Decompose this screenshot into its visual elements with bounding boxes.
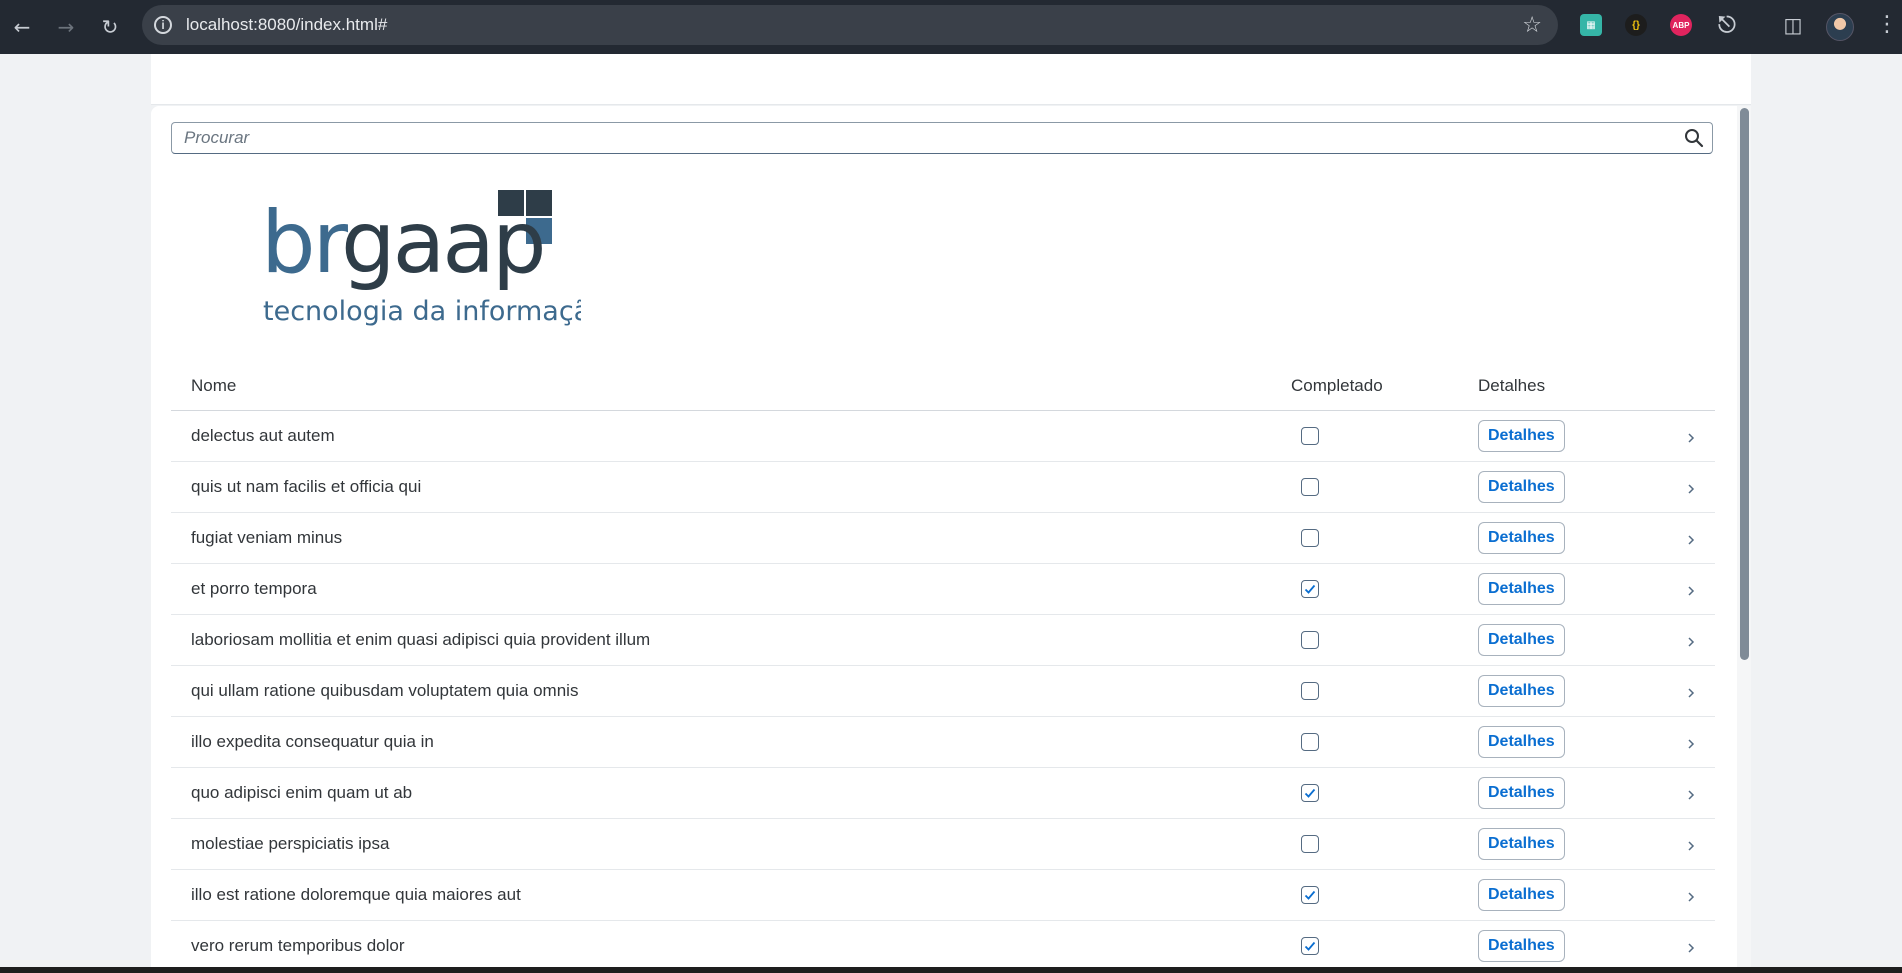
details-button[interactable]: Detalhes [1478,777,1565,809]
reload-icon[interactable]: ↻ [88,2,132,52]
table-row[interactable]: quo adipisci enim quam ut ab Detalhes [171,768,1715,819]
completed-checkbox[interactable] [1301,427,1319,445]
scrollbar[interactable] [1737,106,1751,967]
details-button[interactable]: Detalhes [1478,675,1565,707]
todo-name: quo adipisci enim quam ut ab [191,783,413,802]
site-info-icon[interactable]: i [154,16,172,34]
table-row[interactable]: vero rerum temporibus dolor Detalhes [171,921,1715,967]
taskbar-edge [0,967,1902,973]
details-button[interactable]: Detalhes [1478,573,1565,605]
chevron-right-icon[interactable] [1687,480,1695,500]
chevron-right-icon[interactable] [1687,735,1695,755]
chevron-right-icon[interactable] [1687,888,1695,908]
json-extension-icon[interactable]: {} [1625,14,1647,36]
table-row[interactable]: qui ullam ratione quibusdam voluptatem q… [171,666,1715,717]
url-text[interactable]: localhost:8080/index.html# [186,15,387,35]
search-field[interactable] [171,122,1713,154]
table-header: Nome Completado Detalhes [171,362,1715,411]
completed-checkbox[interactable] [1301,886,1319,904]
extension-icon[interactable]: ▦ [1580,14,1602,36]
details-button[interactable]: Detalhes [1478,726,1565,758]
browser-toolbar: ← → ↻ i localhost:8080/index.html# ☆ ▦ {… [0,0,1902,54]
table-row[interactable]: quis ut nam facilis et officia qui Detalh… [171,462,1715,513]
completed-checkbox[interactable] [1301,835,1319,853]
todo-name: laboriosam mollitia et enim quasi adipis… [191,630,651,649]
table-row[interactable]: laboriosam mollitia et enim quasi adipis… [171,615,1715,666]
completed-checkbox[interactable] [1301,937,1319,955]
todo-name: quis ut nam facilis et officia qui [191,477,422,496]
column-header-details: Detalhes [1478,376,1546,395]
details-button[interactable]: Detalhes [1478,930,1565,962]
brgaap-logo: br gaap tecnologia da informação [261,190,607,330]
bookmark-star-icon[interactable]: ☆ [1522,13,1542,38]
table-row[interactable]: fugiat veniam minus Detalhes [171,513,1715,564]
profile-avatar[interactable] [1826,13,1854,41]
completed-checkbox[interactable] [1301,580,1319,598]
chevron-right-icon[interactable] [1687,582,1695,602]
todo-name: illo est ratione doloremque quia maiores… [191,885,521,904]
todo-name: delectus aut autem [191,426,335,445]
completed-checkbox[interactable] [1301,631,1319,649]
adblock-icon[interactable]: ABP [1670,14,1692,36]
extensions-puzzle-icon[interactable]: ⎋ [1716,13,1738,38]
details-button[interactable]: Detalhes [1478,471,1565,503]
address-bar[interactable]: i localhost:8080/index.html# ☆ [142,5,1558,45]
search-input[interactable] [172,124,1676,152]
completed-checkbox[interactable] [1301,682,1319,700]
forward-icon[interactable]: → [44,2,88,52]
todo-name: et porro tempora [191,579,317,598]
details-button[interactable]: Detalhes [1478,879,1565,911]
chevron-right-icon[interactable] [1687,786,1695,806]
todo-table: Nome Completado Detalhes delectus aut au… [171,362,1715,967]
table-row[interactable]: illo expedita consequatur quia in Detalhe… [171,717,1715,768]
todo-name: illo expedita consequatur quia in [191,732,434,751]
svg-text:br: br [261,193,349,293]
details-button[interactable]: Detalhes [1478,522,1565,554]
details-button[interactable]: Detalhes [1478,420,1565,452]
back-icon[interactable]: ← [0,2,44,52]
menu-kebab-icon[interactable]: ⋮ [1876,12,1898,37]
todo-name: fugiat veniam minus [191,528,343,547]
details-button[interactable]: Detalhes [1478,828,1565,860]
search-icon[interactable] [1676,123,1712,153]
todo-name: qui ullam ratione quibusdam voluptatem q… [191,681,579,700]
column-header-name: Nome [191,376,237,395]
app-header [151,54,1751,105]
chevron-right-icon[interactable] [1687,633,1695,653]
column-header-completed: Completado [1291,376,1383,395]
table-row[interactable]: molestiae perspiciatis ipsa Detalhes [171,819,1715,870]
side-panel-icon[interactable]: ◫ [1782,13,1804,37]
chevron-right-icon[interactable] [1687,531,1695,551]
svg-text:tecnologia da informação: tecnologia da informação [263,296,581,327]
svg-text:gaap: gaap [341,193,544,293]
todo-name: molestiae perspiciatis ipsa [191,834,390,853]
table-row[interactable]: illo est ratione doloremque quia maiores… [171,870,1715,921]
completed-checkbox[interactable] [1301,733,1319,751]
page-content: br gaap tecnologia da informação Nome Co… [151,106,1751,967]
chevron-right-icon[interactable] [1687,939,1695,959]
completed-checkbox[interactable] [1301,529,1319,547]
table-row[interactable]: et porro tempora Detalhes [171,564,1715,615]
chevron-right-icon[interactable] [1687,684,1695,704]
table-row[interactable]: delectus aut autem Detalhes [171,411,1715,462]
details-button[interactable]: Detalhes [1478,624,1565,656]
todo-name: vero rerum temporibus dolor [191,936,405,955]
chevron-right-icon[interactable] [1687,837,1695,857]
scrollbar-thumb[interactable] [1740,108,1749,660]
completed-checkbox[interactable] [1301,478,1319,496]
completed-checkbox[interactable] [1301,784,1319,802]
chevron-right-icon[interactable] [1687,429,1695,449]
